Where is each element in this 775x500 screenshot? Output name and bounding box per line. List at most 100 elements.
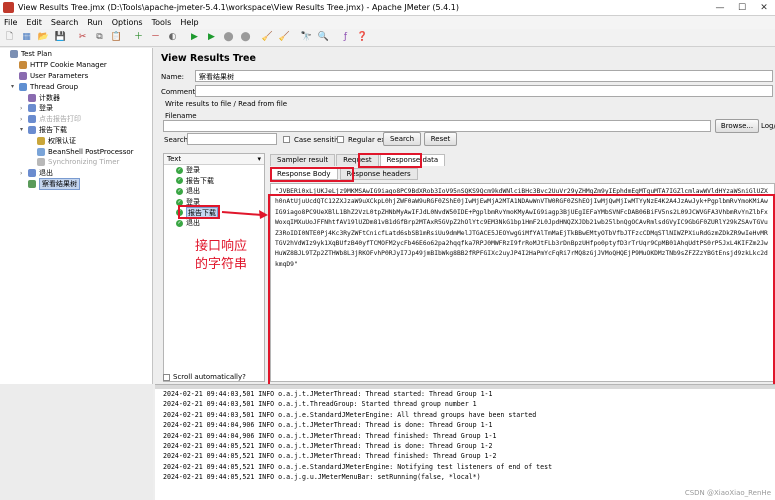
tree-toggle-icon[interactable]: › [20,105,28,112]
function-helper-icon[interactable]: ƒ [338,31,353,44]
expand-icon[interactable]: ＋ [131,31,146,44]
scroll-automatically-checkbox[interactable] [163,373,170,381]
result-list-item[interactable]: ✓ 报告下载 [164,176,264,187]
cookie-manager-icon [19,61,27,70]
tree-item[interactable]: 计数器 [0,92,152,103]
regular-exp-checkbox[interactable] [337,136,344,143]
annotation-arrow-icon [221,210,268,219]
tree-item[interactable]: ▾ 报告下载 [0,125,152,136]
open-icon[interactable]: 📂 [36,31,51,44]
subtab-response-headers[interactable]: Response headers [339,168,418,180]
name-input[interactable]: 察看结果树 [195,70,773,82]
save-icon[interactable]: 💾 [53,31,68,44]
new-icon[interactable]: 🗋 [2,31,17,44]
menu-help[interactable]: Help [180,18,198,27]
tree-item-label: Test Plan [21,50,52,59]
toggle-icon[interactable]: ◐ [165,31,180,44]
tree-item-label: 察看结果树 [39,177,80,190]
tree-item[interactable]: 察看结果树 [0,177,152,190]
tree-item[interactable]: › 点击报告打印 [0,114,152,125]
tree-toggle-icon[interactable]: › [20,170,28,177]
paste-icon[interactable]: 📋 [109,31,124,44]
success-check-icon: ✓ [176,187,183,195]
browse-button[interactable]: Browse... [715,119,759,133]
tree-item-label: 权限认证 [48,136,76,145]
test-plan-tree[interactable]: Test Plan HTTP Cookie Manager User Paramet… [0,48,153,384]
renderer-select[interactable]: Text ▾ [164,154,264,165]
clear-all-icon[interactable]: 🧹 [277,31,292,44]
filename-label: Filename [165,112,197,120]
shutdown-icon[interactable]: ⬤ [238,31,253,44]
tree-item[interactable]: Synchronizing Timer [0,157,152,168]
tree-toggle-icon[interactable]: › [20,116,28,123]
tree-item[interactable]: User Parameters [0,71,152,82]
response-subtabs: Response Body Response headers [270,168,773,181]
tree-item-label: Thread Group [30,82,79,91]
tab-sampler-result[interactable]: Sampler result [270,154,336,166]
result-item-label: 登录 [186,198,200,207]
minimize-icon[interactable]: — [709,3,731,13]
tree-toggle-icon[interactable]: ▾ [11,83,19,90]
log-line: 2024-02-21 09:44:03,501 INFO o.a.j.t.Thr… [163,400,477,409]
comments-input[interactable] [195,85,773,97]
start-icon[interactable]: ▶ [187,31,202,44]
log-line: 2024-02-21 09:44:04,906 INFO o.a.j.t.JMe… [163,431,497,440]
stop-icon[interactable]: ⬤ [221,31,236,44]
templates-icon[interactable]: ▦ [19,31,34,44]
close-icon[interactable]: ✕ [753,3,775,13]
filename-input[interactable] [163,120,711,132]
cut-icon[interactable]: ✂ [75,31,90,44]
tab-request[interactable]: Request [336,154,379,166]
response-body-panel[interactable]: "JVBERi0xLjUKJeLjz9MKMSAwIG9iago8PC9BdXR… [270,183,775,382]
reset-search-icon[interactable]: 🔍 [316,31,331,44]
log-line: 2024-02-21 09:44:05,521 INFO o.a.j.t.JMe… [163,442,493,451]
menu-search[interactable]: Search [51,18,78,27]
postprocessor-icon [37,147,45,156]
reset-button[interactable]: Reset [424,132,457,146]
start-no-pauses-icon[interactable]: ▶ [204,31,219,44]
tree-item-label: User Parameters [30,71,89,80]
tree-item[interactable]: 权限认证 [0,135,152,146]
log-lines: 2024-02-21 09:44:03,501 INFO o.a.j.t.JMe… [155,389,775,483]
copy-icon[interactable]: ⧉ [92,31,107,44]
help-icon[interactable]: ❓ [355,31,370,44]
tree-item[interactable]: Test Plan [0,49,152,60]
tree-item-label: 计数器 [39,93,60,102]
response-body-text[interactable]: "JVBERi0xLjUKJeLjz9MKMSAwIG9iago8PC9BdXR… [271,184,774,273]
annotation-line-1: 接口响应 [195,239,248,254]
menu-run[interactable]: Run [87,18,102,27]
menu-edit[interactable]: Edit [26,18,42,27]
menu-bar: File Edit Search Run Options Tools Help [0,16,775,29]
maximize-icon[interactable]: ☐ [731,3,753,13]
result-list-item[interactable]: ✓ 登录 [164,165,264,176]
menu-options[interactable]: Options [112,18,143,27]
tree-item[interactable]: ▾ Thread Group [0,81,152,92]
collapse-icon[interactable]: － [148,31,163,44]
jmeter-app-icon [3,2,14,13]
search-icon[interactable]: 🔭 [299,31,314,44]
result-list-item[interactable]: ✓ 退出 [164,186,264,197]
case-sensitive-checkbox[interactable] [283,136,290,143]
listener-icon [28,179,36,188]
menu-file[interactable]: File [4,18,17,27]
result-item-label: 报告下载 [186,176,214,185]
tree-item[interactable]: BeanShell PostProcessor [0,146,152,157]
tree-item[interactable]: › 登录 [0,103,152,114]
scroll-automatically-option[interactable]: Scroll automatically? [163,373,246,381]
subtab-response-body[interactable]: Response Body [270,168,338,180]
panel-title: View Results Tree [161,53,256,64]
tree-item[interactable]: › 退出 [0,168,152,179]
test-plan-icon [10,50,18,59]
log-panel[interactable]: 2024-02-21 09:44:03,501 INFO o.a.j.t.JMe… [155,384,775,500]
search-input[interactable] [187,133,277,145]
result-item-label: 登录 [186,166,200,175]
tree-toggle-icon[interactable]: ▾ [20,126,28,133]
search-button[interactable]: Search [383,132,421,146]
tab-response-data[interactable]: Response data [379,154,446,166]
tree-item[interactable]: HTTP Cookie Manager [0,60,152,71]
clear-icon[interactable]: 🧹 [260,31,275,44]
result-item-label: 报告下载 [186,206,218,219]
menu-tools[interactable]: Tools [152,18,172,27]
write-results-label: Write results to file / Read from file [165,100,288,108]
watermark: CSDN @XiaoXiao_RenHe [684,489,771,497]
